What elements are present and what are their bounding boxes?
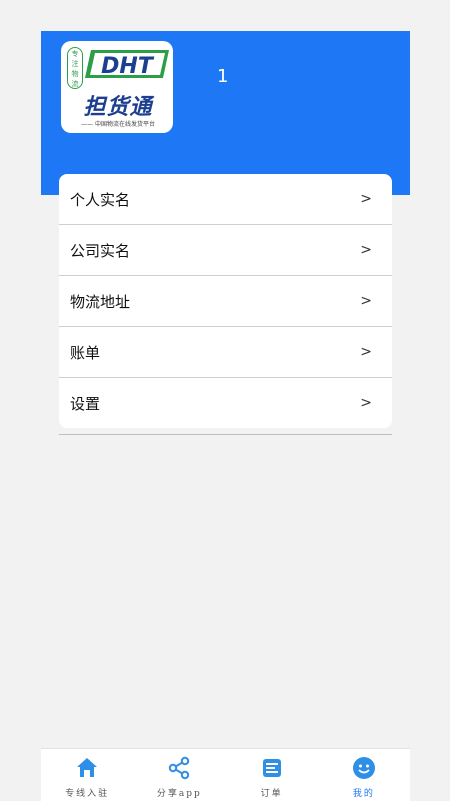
menu-item-label: 公司实名 — [70, 241, 131, 260]
tab-label: 专线入驻 — [65, 789, 110, 799]
share-icon — [169, 756, 190, 780]
order-icon — [262, 759, 281, 777]
menu-item-label: 设置 — [70, 394, 101, 413]
chevron-right-icon: > — [360, 242, 372, 258]
home-icon — [77, 758, 98, 777]
tab-orders[interactable]: 订单 — [226, 749, 318, 801]
logo-stamp: 专注物流 — [67, 47, 83, 89]
app-screen: 专注物流 DHT 担货通 —— 中国物流在线发货平台 1 个人实名 > 公司实名… — [41, 0, 410, 801]
divider — [59, 434, 392, 435]
tab-line-join[interactable]: 专线入驻 — [41, 749, 133, 801]
tab-share-app[interactable]: 分享app — [133, 749, 225, 801]
menu-item-bills[interactable]: 账单 > — [59, 327, 392, 378]
logo-mark: DHT — [85, 50, 169, 79]
chevron-right-icon: > — [360, 191, 372, 207]
menu-item-logistics-address[interactable]: 物流地址 > — [59, 276, 392, 327]
app-logo: 专注物流 DHT 担货通 —— 中国物流在线发货平台 — [61, 41, 173, 133]
svg-text:DHT: DHT — [101, 54, 155, 79]
chevron-right-icon: > — [360, 293, 372, 309]
profile-menu: 个人实名 > 公司实名 > 物流地址 > 账单 > 设置 > — [59, 174, 392, 428]
user-name: 1 — [217, 66, 229, 87]
profile-icon — [352, 757, 375, 779]
chevron-right-icon: > — [360, 395, 372, 411]
menu-item-personal-verification[interactable]: 个人实名 > — [59, 174, 392, 225]
menu-item-label: 账单 — [70, 343, 101, 362]
menu-item-company-verification[interactable]: 公司实名 > — [59, 225, 392, 276]
menu-item-settings[interactable]: 设置 > — [59, 378, 392, 428]
tab-label: 分享app — [156, 789, 202, 799]
menu-item-label: 个人实名 — [70, 190, 131, 209]
chevron-right-icon: > — [360, 344, 372, 360]
profile-header: 专注物流 DHT 担货通 —— 中国物流在线发货平台 1 — [41, 31, 410, 195]
tab-mine[interactable]: 我的 — [318, 749, 410, 801]
tab-label: 我的 — [352, 789, 375, 799]
menu-item-label: 物流地址 — [70, 292, 131, 311]
bottom-tab-bar: 专线入驻 分享app 订单 我的 — [41, 748, 410, 801]
logo-brand: 担货通 — [83, 95, 153, 120]
tab-label: 订单 — [260, 789, 283, 799]
logo-slogan: —— 中国物流在线发货平台 — [81, 121, 155, 128]
